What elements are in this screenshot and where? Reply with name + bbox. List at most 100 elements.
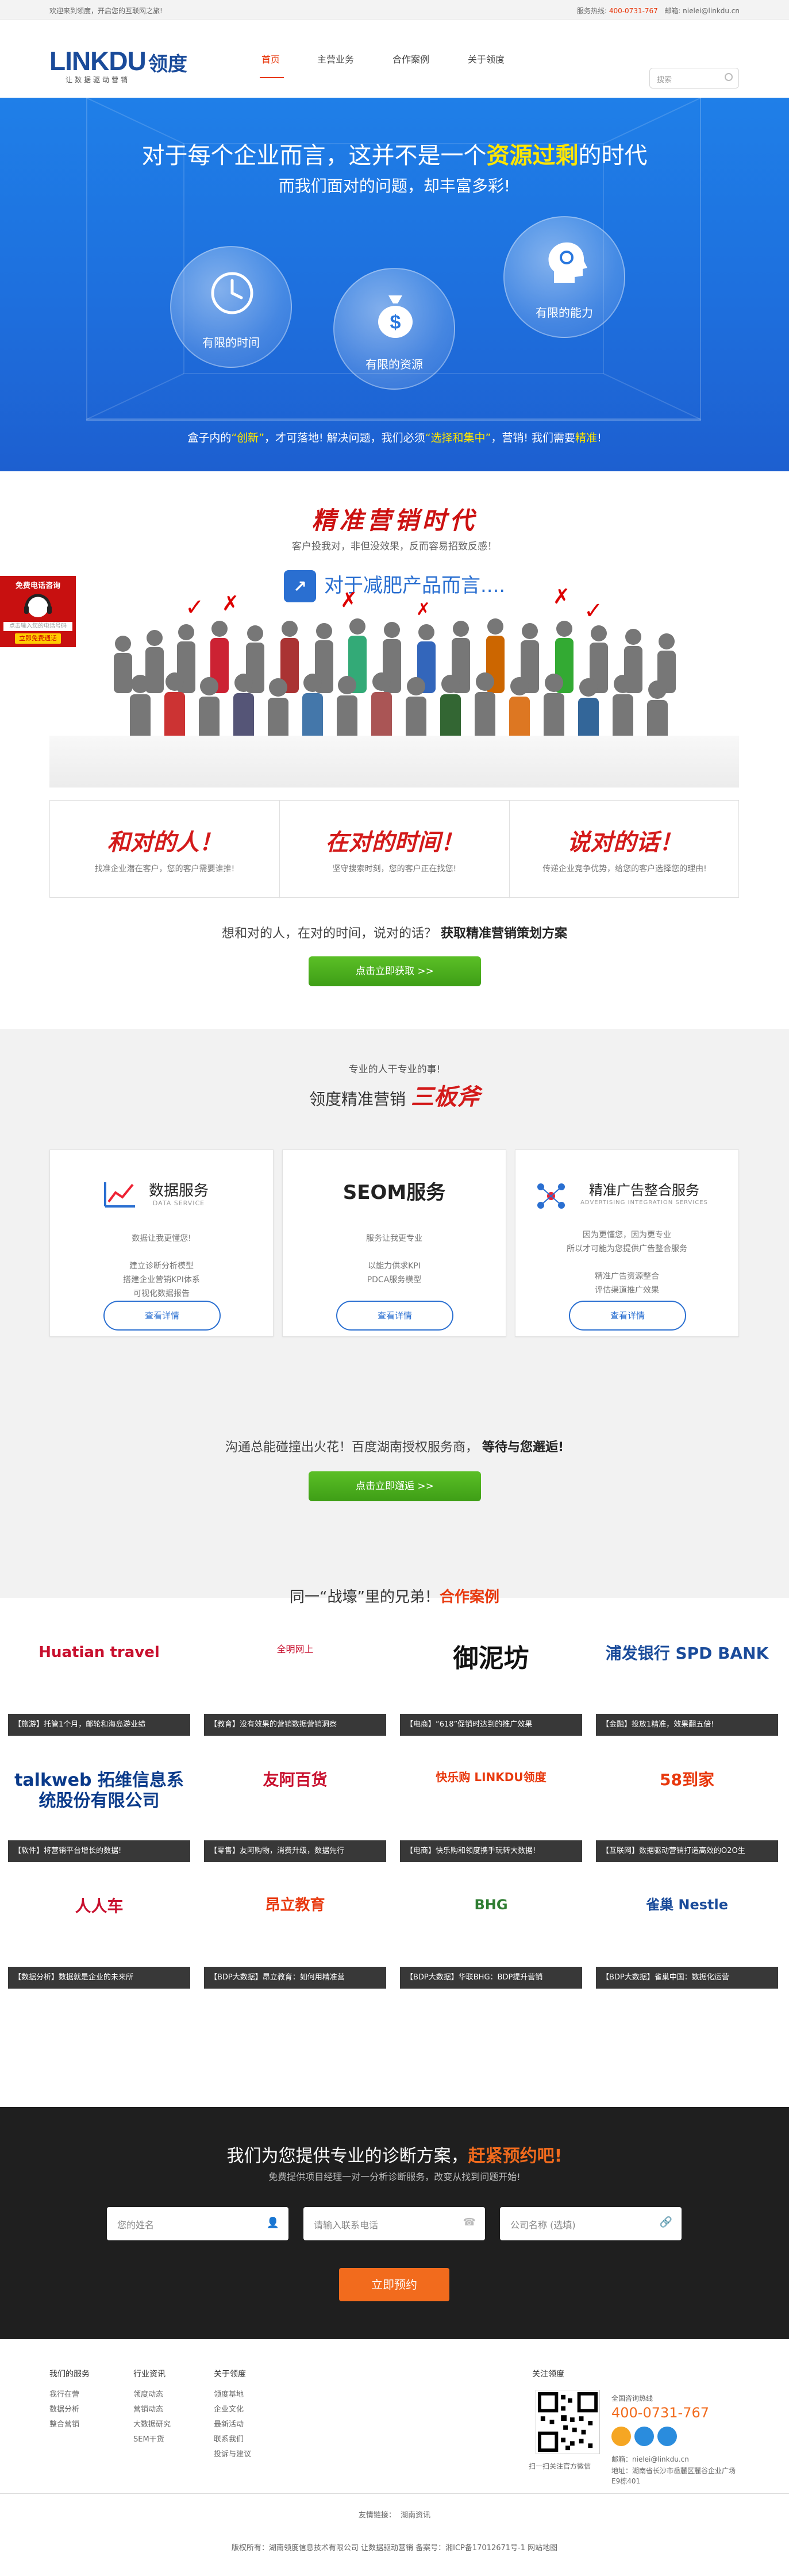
email-link[interactable]: nielei@linkdu.cn (683, 7, 740, 15)
case-tile[interactable]: Huatian travel 【旅游】托管1个月，邮轮和海岛游业绩 (8, 1627, 190, 1736)
svg-text:$: $ (390, 312, 401, 333)
logo-en: LINKDU (49, 46, 146, 75)
footer-link[interactable]: 领度基地 (214, 2387, 251, 2402)
footer-link[interactable]: 联系我们 (214, 2432, 251, 2447)
svg-text:✓: ✓ (584, 598, 603, 624)
case-caption: 【旅游】托管1个月，邮轮和海岛游业绩 (8, 1714, 190, 1736)
service-card-ads: 精准广告整合服务 ADVERTISING INTEGRATION SERVICE… (515, 1149, 739, 1337)
view-details-button[interactable]: 查看详情 (336, 1301, 453, 1331)
case-logo: 快乐购 LINKDU领度 (436, 1770, 546, 1784)
service-lines: 因为更懂您，因为更专业 所以才可能为您提供广告整合服务 精准广告资源整合 评估渠… (567, 1231, 687, 1295)
logo[interactable]: LINKDU 领度 让数据驱动营销 (49, 43, 199, 84)
footer-col-title: 行业资讯 (133, 2370, 166, 2379)
appointment-subtitle: 免费提供项目经理一对一分析诊断服务，改变从找到问题开始! (268, 2171, 521, 2182)
case-caption: 【BDP大数据】华联BHG：BDP提升营销 (400, 1967, 582, 1989)
weibo-icon[interactable] (611, 2427, 631, 2446)
card-text: 找准企业潜在客户，您的客户需要谁推! (94, 864, 235, 874)
money-bag-icon: $ (378, 295, 413, 338)
footer-link[interactable]: SEM干货 (133, 2432, 171, 2447)
case-tile[interactable]: talkweb 拓维信息系统股份有限公司 【软件】将营销平台增长的数据! (8, 1753, 190, 1862)
hotline-number[interactable]: 400-0731-767 (609, 7, 658, 15)
nav-home[interactable]: 首页 (261, 52, 280, 66)
qq-icon[interactable] (634, 2427, 654, 2446)
case-tile[interactable]: BHG 【BDP大数据】华联BHG：BDP提升营销 (400, 1879, 582, 1989)
card-text: 坚守搜索时刻，您的客户正在找您! (332, 864, 457, 874)
nav-cases[interactable]: 合作案例 (392, 52, 429, 66)
case-caption: 【电商】“618”促销时达到的推广效果 (400, 1714, 582, 1736)
service-title: 精准广告整合服务 (589, 1182, 699, 1198)
case-logo: 友阿百货 (263, 1770, 328, 1789)
footer-link[interactable]: 数据分析 (49, 2402, 90, 2417)
footer-link[interactable]: 企业文化 (214, 2402, 251, 2417)
link-icon: 🔗 (659, 2216, 672, 2228)
section2-subtitle: 客户投我对，非但没效果，反而容易招致反感！ (292, 541, 497, 552)
case-logo: 御泥坊 (453, 1644, 529, 1673)
case-tile[interactable]: 御泥坊【电商】“618”促销时达到的推广效果 (400, 1627, 582, 1736)
case-caption: 【数据分析】数据就是企业的未来所 (8, 1967, 190, 1989)
footer-link[interactable]: 投诉与建议 (214, 2447, 251, 2462)
card-right-words: 说对的话！ 传递企业竞争优势，给您的客户选择您的理由! (510, 801, 740, 898)
svg-text:✗: ✗ (340, 589, 357, 612)
case-logo: 雀巢 Nestle (646, 1897, 728, 1913)
card-headline: 说对的话！ (567, 829, 682, 856)
view-details-button[interactable]: 查看详情 (103, 1301, 221, 1331)
phone-field[interactable]: 请输入联系电话 ☎ (303, 2207, 485, 2240)
ball-limited-ability: 有限的能力 (503, 216, 625, 338)
footer-link[interactable]: 大数据研究 (133, 2417, 171, 2432)
case-logo: Huatian travel (39, 1644, 160, 1661)
logo-cn: 领度 (148, 53, 187, 76)
footer-col-title: 我们的服务 (49, 2370, 90, 2379)
case-caption: 【教育】没有效果的营销数据营销洞察 (204, 1714, 386, 1736)
footer-link[interactable]: 最新活动 (214, 2417, 251, 2432)
phone-number-input[interactable]: 点击输入您的电话号码 (3, 622, 72, 631)
case-tile[interactable]: 友阿百货 【零售】友阿购物，消费升级，数据先行 (204, 1753, 386, 1862)
call-now-button[interactable]: 立即免费通话 (15, 633, 61, 644)
case-tile[interactable]: 昂立教育 【BDP大数据】昂立教育：如何用精准营 (204, 1879, 386, 1989)
linkdu-logo-mark: LINKDU (49, 46, 146, 75)
wechat-qr-code (536, 2390, 600, 2454)
service-lines: 服务让我更专业 以能力供求KPI PDCA服务模型 (366, 1234, 422, 1285)
case-tile[interactable]: 全明网上 【教育】没有效果的营销数据营销洞察 (204, 1627, 386, 1736)
footer-col-services: 我们的服务 我行在营 数据分析 整合营销 (49, 2368, 90, 2432)
logo-slogan: 让数据驱动营销 (66, 76, 130, 84)
nav-active-underline (260, 77, 284, 78)
company-placeholder: 公司名称 (选填) (510, 2220, 576, 2231)
phone-icon: ☎ (463, 2216, 476, 2228)
footer-social-icons (611, 2427, 677, 2447)
search-input[interactable]: 搜索 (649, 68, 739, 89)
nav-about[interactable]: 关于领度 (468, 52, 505, 66)
footer-link[interactable]: 营销动态 (133, 2402, 171, 2417)
services-pretitle: 专业的人干专业的事! (348, 1064, 441, 1075)
case-caption: 【BDP大数据】昂立教育：如何用精准营 (204, 1967, 386, 1989)
footer-hotline[interactable]: 400-0731-767 (611, 2405, 709, 2421)
svg-text:↗: ↗ (293, 577, 306, 596)
case-tile[interactable]: 雀巢 Nestle 【BDP大数据】雀巢中国：数据化运营 (596, 1879, 778, 1989)
name-field[interactable]: 您的姓名 👤 (107, 2207, 288, 2240)
footer-link[interactable]: 整合营销 (49, 2417, 90, 2432)
friend-links: 友情链接： 湖南资讯 (358, 2511, 431, 2520)
company-field[interactable]: 公司名称 (选填) 🔗 (500, 2207, 682, 2240)
footer-link[interactable]: 领度动态 (133, 2387, 171, 2402)
email-label: 邮箱: (664, 7, 681, 15)
name-placeholder: 您的姓名 (117, 2220, 155, 2231)
view-details-button[interactable]: 查看详情 (569, 1301, 686, 1331)
search-icon[interactable] (725, 73, 733, 81)
free-call-widget[interactable]: 免费电话咨询 点击输入您的电话号码 立即免费通话 (0, 576, 76, 647)
case-tile[interactable]: 58到家 【互联网】数据驱动营销打造高效的O2O生 (596, 1753, 778, 1862)
services-title: 领度精准营销 三板斧 (309, 1083, 480, 1110)
friend-link[interactable]: 湖南资讯 (401, 2511, 430, 2520)
case-tile[interactable]: 快乐购 LINKDU领度 【电商】快乐购和领度携手玩转大数据! (400, 1753, 582, 1862)
location-icon[interactable] (657, 2427, 677, 2446)
qr-caption: 扫一扫关注官方微信 (529, 2462, 591, 2470)
meet-us-button[interactable]: 点击立即邂逅 >> (309, 1471, 481, 1501)
case-tile[interactable]: 人人车 【数据分析】数据就是企业的未来所 (8, 1879, 190, 1989)
service-subtitle: ADVERTISING INTEGRATION SERVICES (580, 1199, 708, 1206)
footer-link[interactable]: 我行在营 (49, 2387, 90, 2402)
book-now-button[interactable]: 立即预约 (339, 2268, 449, 2301)
card-headline: 在对的时间！ (325, 829, 464, 856)
case-tile[interactable]: 浦发银行 SPD BANK 【金融】投放1精准，效果翻五倍! (596, 1627, 778, 1736)
nav-business[interactable]: 主营业务 (317, 52, 354, 66)
get-plan-button[interactable]: 点击立即获取 >> (309, 956, 481, 986)
footer-address: 地址：湖南省长沙市岳麓区麓谷企业广场E9栋401 (611, 2467, 736, 2485)
footer-col-news: 行业资讯 领度动态 营销动态 大数据研究 SEM干货 (133, 2368, 171, 2447)
